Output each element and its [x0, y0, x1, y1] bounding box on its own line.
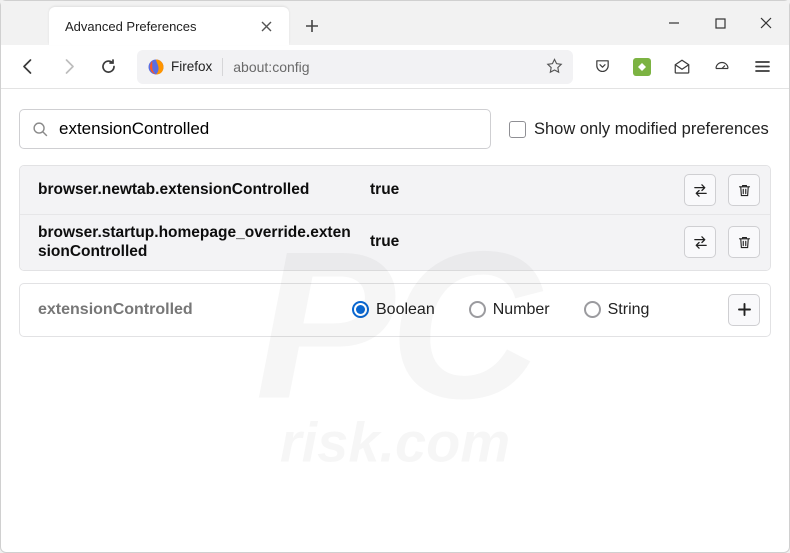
- pref-name: browser.newtab.extensionControlled: [38, 180, 358, 199]
- search-row: Show only modified preferences: [19, 109, 771, 149]
- type-radio-number[interactable]: Number: [469, 301, 550, 319]
- swap-icon: [692, 182, 709, 199]
- identity-label: Firefox: [171, 59, 212, 74]
- pref-value: true: [370, 181, 672, 199]
- browser-tab[interactable]: Advanced Preferences: [49, 7, 289, 45]
- extension-icon[interactable]: [625, 50, 659, 84]
- titlebar: Advanced Preferences: [1, 1, 789, 45]
- back-button[interactable]: [11, 50, 45, 84]
- mail-icon[interactable]: [665, 50, 699, 84]
- browser-window: Advanced Preferences: [0, 0, 790, 553]
- maximize-button[interactable]: [697, 1, 743, 45]
- trash-icon: [737, 234, 752, 251]
- watermark: PC risk.com: [255, 241, 535, 474]
- tab-title: Advanced Preferences: [65, 19, 257, 34]
- show-modified-label: Show only modified preferences: [534, 120, 769, 139]
- identity-box[interactable]: Firefox: [147, 58, 223, 76]
- pref-search-input[interactable]: [59, 119, 478, 139]
- add-pref-button[interactable]: [728, 294, 760, 326]
- swap-icon: [692, 234, 709, 251]
- pocket-icon[interactable]: [585, 50, 619, 84]
- type-radio-boolean[interactable]: Boolean: [352, 301, 435, 319]
- window-controls: [651, 1, 789, 45]
- pref-search-box[interactable]: [19, 109, 491, 149]
- pref-table: browser.newtab.extensionControlled true …: [19, 165, 771, 271]
- show-modified-toggle[interactable]: Show only modified preferences: [509, 120, 769, 139]
- forward-button[interactable]: [51, 50, 85, 84]
- new-tab-button[interactable]: [297, 11, 327, 41]
- plus-icon: [737, 302, 752, 317]
- delete-button[interactable]: [728, 174, 760, 206]
- new-pref-name: extensionControlled: [38, 301, 338, 319]
- trash-icon: [737, 182, 752, 199]
- toggle-button[interactable]: [684, 226, 716, 258]
- checkbox-icon: [509, 121, 526, 138]
- menu-button[interactable]: [745, 50, 779, 84]
- pref-row: browser.newtab.extensionControlled true: [20, 166, 770, 215]
- dashboard-icon[interactable]: [705, 50, 739, 84]
- search-icon: [32, 121, 49, 138]
- close-button[interactable]: [743, 1, 789, 45]
- type-radio-group: Boolean Number String: [352, 301, 714, 319]
- about-config-page: PC risk.com Show only modified preferenc…: [1, 89, 789, 552]
- address-bar[interactable]: Firefox about:config: [137, 50, 573, 84]
- reload-button[interactable]: [91, 50, 125, 84]
- pref-row: browser.startup.homepage_override.extens…: [20, 215, 770, 270]
- new-pref-row: extensionControlled Boolean Number Strin…: [19, 283, 771, 337]
- radio-icon: [469, 301, 486, 318]
- toggle-button[interactable]: [684, 174, 716, 206]
- navigation-toolbar: Firefox about:config: [1, 45, 789, 89]
- type-radio-string[interactable]: String: [584, 301, 650, 319]
- delete-button[interactable]: [728, 226, 760, 258]
- radio-icon: [352, 301, 369, 318]
- tab-close-icon[interactable]: [257, 17, 275, 35]
- url-text: about:config: [233, 59, 536, 75]
- bookmark-star-icon[interactable]: [546, 58, 563, 75]
- firefox-logo-icon: [147, 58, 165, 76]
- pref-value: true: [370, 233, 672, 251]
- pref-name: browser.startup.homepage_override.extens…: [38, 223, 358, 262]
- radio-icon: [584, 301, 601, 318]
- minimize-button[interactable]: [651, 1, 697, 45]
